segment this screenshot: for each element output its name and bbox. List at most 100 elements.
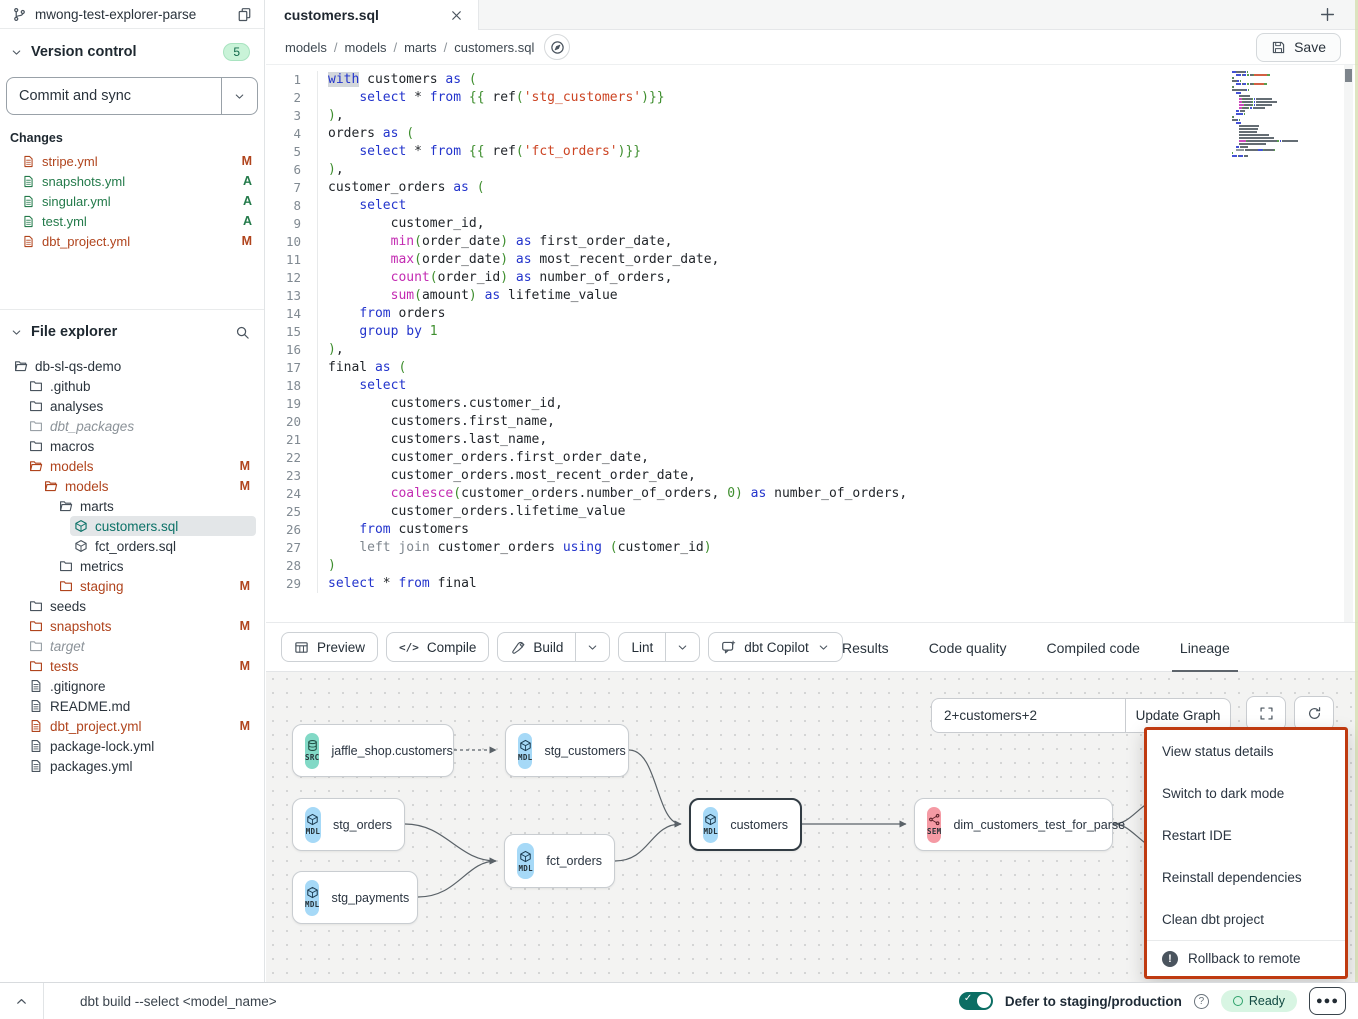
menu-item-view-status-details[interactable]: View status details: [1147, 730, 1345, 772]
code-line-content[interactable]: customer_orders as (: [318, 179, 485, 197]
file-tree-item-metrics[interactable]: metrics: [55, 556, 256, 576]
file-tree-item-dbt-project-yml[interactable]: dbt_project.ymlM: [25, 716, 256, 736]
build-dropdown-toggle[interactable]: [575, 633, 609, 661]
code-line-content[interactable]: final as (: [318, 359, 406, 377]
copy-icon[interactable]: [237, 7, 252, 22]
lint-dropdown-toggle[interactable]: [665, 633, 699, 661]
code-line-content[interactable]: ),: [318, 341, 344, 359]
build-button[interactable]: Build: [497, 632, 610, 662]
search-icon[interactable]: [235, 325, 250, 340]
editor-scrollbar[interactable]: [1344, 65, 1353, 622]
commit-and-sync-label[interactable]: Commit and sync: [7, 78, 221, 114]
code-line-content[interactable]: from customers: [318, 521, 469, 539]
code-line[interactable]: 13 sum(amount) as lifetime_value: [266, 287, 1358, 305]
chevron-down-icon[interactable]: [10, 326, 23, 339]
code-line-content[interactable]: ),: [318, 107, 344, 125]
code-line-content[interactable]: customer_id,: [318, 215, 485, 233]
code-line[interactable]: 8 select: [266, 197, 1358, 215]
file-tree-item-tests[interactable]: testsM: [25, 656, 256, 676]
code-line-content[interactable]: select: [318, 197, 406, 215]
code-line-content[interactable]: ): [318, 557, 336, 575]
defer-toggle[interactable]: ✓: [959, 992, 993, 1010]
compile-button[interactable]: </>Compile: [386, 632, 489, 662]
code-line-content[interactable]: from orders: [318, 305, 445, 323]
lineage-node-jaffle_shop_customers[interactable]: SRCjaffle_shop.customers: [292, 724, 454, 777]
code-line-content[interactable]: ),: [318, 161, 344, 179]
dbt-copilot-button[interactable]: dbt Copilot: [708, 632, 843, 662]
code-line[interactable]: 11 max(order_date) as most_recent_order_…: [266, 251, 1358, 269]
code-line[interactable]: 23 customer_orders.most_recent_order_dat…: [266, 467, 1358, 485]
code-line[interactable]: 12 count(order_id) as number_of_orders,: [266, 269, 1358, 287]
refresh-graph-button[interactable]: [1294, 696, 1334, 731]
fullscreen-button[interactable]: [1246, 696, 1286, 731]
commit-dropdown-toggle[interactable]: [221, 78, 257, 114]
code-line[interactable]: 5 select * from {{ ref('fct_orders')}}: [266, 143, 1358, 161]
code-line[interactable]: 22 customer_orders.first_order_date,: [266, 449, 1358, 467]
tab-results[interactable]: Results: [840, 623, 891, 673]
file-tree-item-snapshots[interactable]: snapshotsM: [25, 616, 256, 636]
preview-button[interactable]: Preview: [281, 632, 378, 662]
code-area[interactable]: 1with customers as (2 select * from {{ r…: [266, 65, 1358, 622]
lineage-node-fct_orders[interactable]: MDLfct_orders: [504, 834, 615, 888]
file-tree-item--github[interactable]: .github: [25, 376, 256, 396]
tab-code-quality[interactable]: Code quality: [927, 623, 1009, 673]
lineage-node-stg_customers[interactable]: MDLstg_customers: [505, 724, 629, 777]
code-line-content[interactable]: customer_orders.first_order_date,: [318, 449, 649, 467]
menu-item-reinstall-dependencies[interactable]: Reinstall dependencies: [1147, 856, 1345, 898]
lineage-node-stg_payments[interactable]: MDLstg_payments: [292, 871, 418, 924]
code-line-content[interactable]: select: [318, 377, 406, 395]
code-line[interactable]: 20 customers.first_name,: [266, 413, 1358, 431]
code-line[interactable]: 18 select: [266, 377, 1358, 395]
lineage-selector-input[interactable]: 2+customers+2: [931, 698, 1126, 733]
command-input[interactable]: dbt build --select <model_name>: [80, 994, 277, 1009]
code-line[interactable]: 15 group by 1: [266, 323, 1358, 341]
code-line-content[interactable]: customer_orders.lifetime_value: [318, 503, 625, 521]
editor-tab-customers[interactable]: customers.sql: [266, 0, 479, 30]
code-line[interactable]: 28): [266, 557, 1358, 575]
open-in-explorer-button[interactable]: [544, 34, 570, 60]
breadcrumb-item[interactable]: customers.sql: [454, 40, 534, 55]
lineage-node-stg_orders[interactable]: MDLstg_orders: [292, 798, 405, 851]
file-tree-item-marts[interactable]: marts: [55, 496, 256, 516]
code-line-content[interactable]: customers.customer_id,: [318, 395, 563, 413]
commit-and-sync-button[interactable]: Commit and sync: [6, 77, 258, 115]
change-row[interactable]: stripe.ymlM: [0, 151, 264, 171]
breadcrumb-item[interactable]: marts: [404, 40, 437, 55]
code-line-content[interactable]: select * from {{ ref('fct_orders')}}: [318, 143, 641, 161]
file-tree-item-macros[interactable]: macros: [25, 436, 256, 456]
code-line-content[interactable]: with customers as (: [318, 71, 477, 89]
file-tree-item-dbt-packages[interactable]: dbt_packages: [25, 416, 256, 436]
code-line[interactable]: 9 customer_id,: [266, 215, 1358, 233]
file-tree-item-packages-yml[interactable]: packages.yml: [25, 756, 256, 776]
code-editor[interactable]: 1with customers as (2 select * from {{ r…: [266, 65, 1358, 622]
code-line[interactable]: 24 coalesce(customer_orders.number_of_or…: [266, 485, 1358, 503]
code-line-content[interactable]: min(order_date) as first_order_date,: [318, 233, 672, 251]
code-line[interactable]: 16),: [266, 341, 1358, 359]
code-line[interactable]: 17final as (: [266, 359, 1358, 377]
code-line[interactable]: 2 select * from {{ ref('stg_customers')}…: [266, 89, 1358, 107]
code-line[interactable]: 3),: [266, 107, 1358, 125]
code-line[interactable]: 7customer_orders as (: [266, 179, 1358, 197]
code-line-content[interactable]: left join customer_orders using (custome…: [318, 539, 712, 557]
code-line[interactable]: 6),: [266, 161, 1358, 179]
change-row[interactable]: dbt_project.ymlM: [0, 231, 264, 251]
code-line[interactable]: 14 from orders: [266, 305, 1358, 323]
ide-options-button[interactable]: ●●●: [1309, 987, 1346, 1015]
close-icon[interactable]: [449, 8, 464, 23]
code-line[interactable]: 27 left join customer_orders using (cust…: [266, 539, 1358, 557]
menu-item-restart-ide[interactable]: Restart IDE: [1147, 814, 1345, 856]
file-tree-item-db-sl-qs-demo[interactable]: db-sl-qs-demo: [10, 356, 256, 376]
menu-item-clean-dbt-project[interactable]: Clean dbt project: [1147, 898, 1345, 940]
code-line-content[interactable]: customer_orders.most_recent_order_date,: [318, 467, 696, 485]
file-tree-item-readme-md[interactable]: README.md: [25, 696, 256, 716]
code-line[interactable]: 19 customers.customer_id,: [266, 395, 1358, 413]
tab-compiled-code[interactable]: Compiled code: [1045, 623, 1142, 673]
file-tree-item-customers-sql[interactable]: customers.sql: [70, 516, 256, 536]
code-line[interactable]: 29select * from final: [266, 575, 1358, 593]
code-line-content[interactable]: select * from final: [318, 575, 477, 593]
code-line-content[interactable]: group by 1: [318, 323, 438, 341]
file-tree-item-staging[interactable]: stagingM: [55, 576, 256, 596]
code-line[interactable]: 10 min(order_date) as first_order_date,: [266, 233, 1358, 251]
code-line[interactable]: 4orders as (: [266, 125, 1358, 143]
change-row[interactable]: snapshots.ymlA: [0, 171, 264, 191]
